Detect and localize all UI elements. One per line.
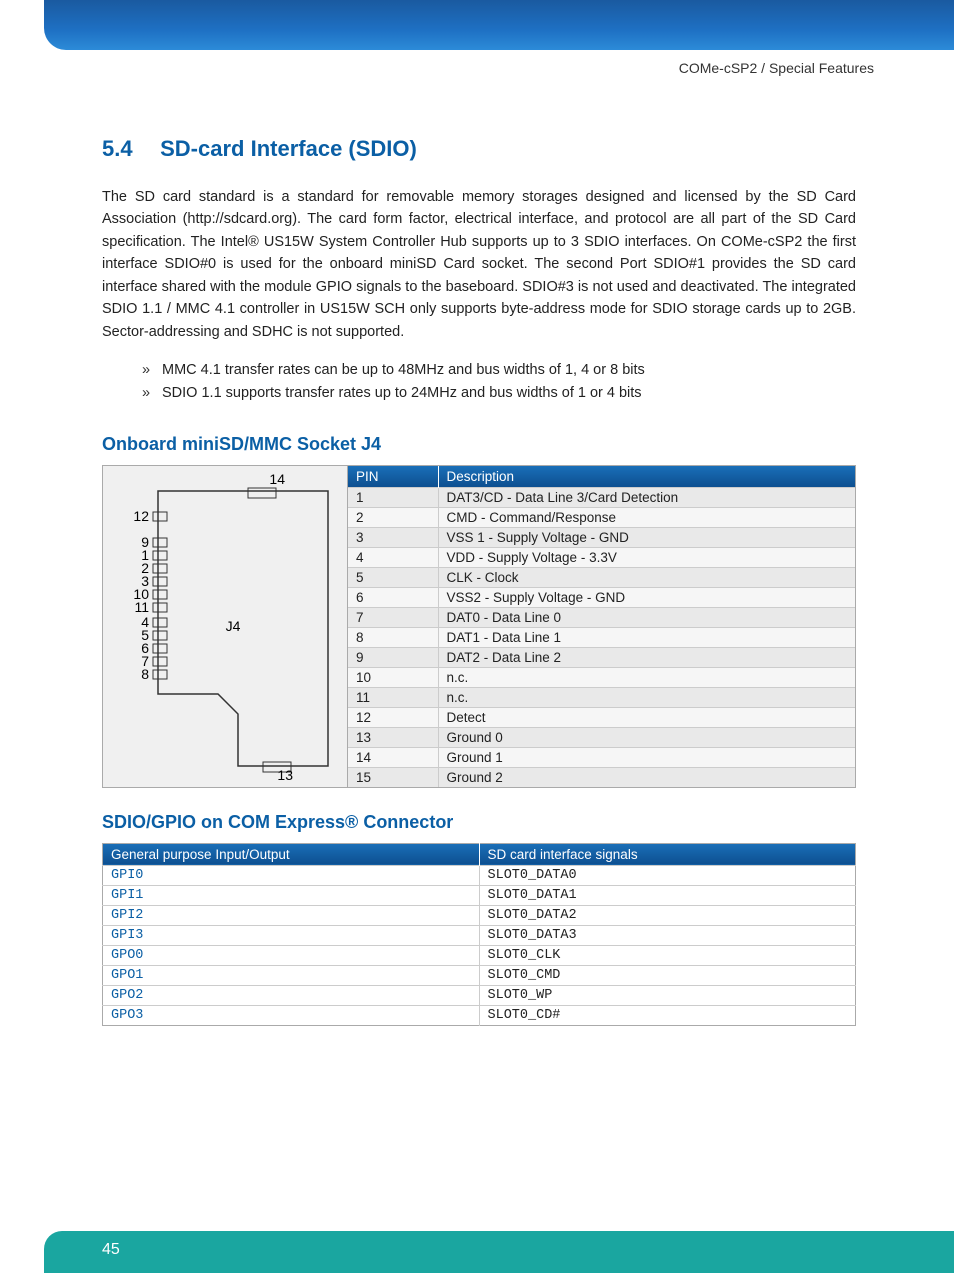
page-content: 5.4 SD-card Interface (SDIO) The SD card… xyxy=(0,76,954,1026)
list-item: MMC 4.1 transfer rates can be up to 48MH… xyxy=(142,359,856,382)
table-row: 8DAT1 - Data Line 1 xyxy=(348,627,855,647)
desc-cell: Detect xyxy=(438,707,855,727)
section-number: 5.4 xyxy=(102,136,154,162)
table-row: GPO0SLOT0_CLK xyxy=(103,945,856,965)
gpio-cell: GPO0 xyxy=(103,945,480,965)
socket-diagram: 14 13 12 9123101145678 J4 xyxy=(103,466,348,787)
desc-cell: DAT1 - Data Line 1 xyxy=(438,627,855,647)
desc-cell: DAT0 - Data Line 0 xyxy=(438,607,855,627)
desc-cell: n.c. xyxy=(438,687,855,707)
pin-cell: 14 xyxy=(348,747,438,767)
page-number: 45 xyxy=(102,1241,120,1258)
table-row: 15Ground 2 xyxy=(348,767,855,787)
signal-cell: SLOT0_CMD xyxy=(479,965,856,985)
section-title: 5.4 SD-card Interface (SDIO) xyxy=(102,136,856,162)
pin-table: PIN Description 1DAT3/CD - Data Line 3/C… xyxy=(348,466,855,787)
gpio-header: General purpose Input/Output xyxy=(103,843,480,865)
pin-cell: 12 xyxy=(348,707,438,727)
table-row: 9DAT2 - Data Line 2 xyxy=(348,647,855,667)
table-row: 4VDD - Supply Voltage - 3.3V xyxy=(348,547,855,567)
desc-cell: VDD - Supply Voltage - 3.3V xyxy=(438,547,855,567)
gpio-cell: GPO1 xyxy=(103,965,480,985)
signal-cell: SLOT0_DATA3 xyxy=(479,925,856,945)
pin-cell: 1 xyxy=(348,487,438,507)
pin-cell: 4 xyxy=(348,547,438,567)
desc-cell: CMD - Command/Response xyxy=(438,507,855,527)
table-row: 7DAT0 - Data Line 0 xyxy=(348,607,855,627)
section-paragraph: The SD card standard is a standard for r… xyxy=(102,186,856,343)
desc-cell: VSS 1 - Supply Voltage - GND xyxy=(438,527,855,547)
gpio-cell: GPI2 xyxy=(103,905,480,925)
diagram-pin-14-label: 14 xyxy=(269,471,285,487)
gpio-cell: GPI1 xyxy=(103,885,480,905)
svg-text:12: 12 xyxy=(133,508,149,524)
gpio-cell: GPI3 xyxy=(103,925,480,945)
page-footer: 45 xyxy=(44,1231,954,1273)
pin-cell: 5 xyxy=(348,567,438,587)
desc-cell: n.c. xyxy=(438,667,855,687)
signal-cell: SLOT0_DATA1 xyxy=(479,885,856,905)
table-row: 2CMD - Command/Response xyxy=(348,507,855,527)
signal-cell: SLOT0_WP xyxy=(479,985,856,1005)
table2-heading: SDIO/GPIO on COM Express® Connector xyxy=(102,812,856,833)
pin-header: PIN xyxy=(348,466,438,488)
table-row: GPI1SLOT0_DATA1 xyxy=(103,885,856,905)
desc-cell: Ground 1 xyxy=(438,747,855,767)
signal-cell: SLOT0_CD# xyxy=(479,1005,856,1025)
desc-cell: DAT3/CD - Data Line 3/Card Detection xyxy=(438,487,855,507)
gpio-cell: GPO2 xyxy=(103,985,480,1005)
pin-cell: 9 xyxy=(348,647,438,667)
pin-cell: 3 xyxy=(348,527,438,547)
table-row: 3VSS 1 - Supply Voltage - GND xyxy=(348,527,855,547)
pin-cell: 15 xyxy=(348,767,438,787)
table-row: GPI2SLOT0_DATA2 xyxy=(103,905,856,925)
table-row: GPO1SLOT0_CMD xyxy=(103,965,856,985)
pin-cell: 8 xyxy=(348,627,438,647)
table-row: 12Detect xyxy=(348,707,855,727)
table-row: GPO3SLOT0_CD# xyxy=(103,1005,856,1025)
table-row: 10n.c. xyxy=(348,667,855,687)
table-row: 11n.c. xyxy=(348,687,855,707)
signal-cell: SLOT0_CLK xyxy=(479,945,856,965)
signal-header: SD card interface signals xyxy=(479,843,856,865)
gpio-cell: GPO3 xyxy=(103,1005,480,1025)
desc-cell: Ground 0 xyxy=(438,727,855,747)
pin-cell: 7 xyxy=(348,607,438,627)
breadcrumb: COMe-cSP2 / Special Features xyxy=(0,50,954,76)
table-row: GPI3SLOT0_DATA3 xyxy=(103,925,856,945)
table-row: 1DAT3/CD - Data Line 3/Card Detection xyxy=(348,487,855,507)
diagram-pin-13-label: 13 xyxy=(277,767,293,782)
desc-cell: VSS2 - Supply Voltage - GND xyxy=(438,587,855,607)
table-row: GPO2SLOT0_WP xyxy=(103,985,856,1005)
table-row: 5CLK - Clock xyxy=(348,567,855,587)
desc-cell: Ground 2 xyxy=(438,767,855,787)
section-title-text: SD-card Interface (SDIO) xyxy=(160,136,417,161)
desc-cell: DAT2 - Data Line 2 xyxy=(438,647,855,667)
signal-cell: SLOT0_DATA2 xyxy=(479,905,856,925)
pinout-table-wrap: 14 13 12 9123101145678 J4 PIN Descriptio… xyxy=(102,465,856,788)
pin-cell: 6 xyxy=(348,587,438,607)
desc-cell: CLK - Clock xyxy=(438,567,855,587)
diagram-center-label: J4 xyxy=(226,618,241,634)
pin-cell: 10 xyxy=(348,667,438,687)
top-banner xyxy=(44,0,954,50)
table1-heading: Onboard miniSD/MMC Socket J4 xyxy=(102,434,856,455)
svg-text:11: 11 xyxy=(134,599,149,615)
svg-text:8: 8 xyxy=(141,666,149,682)
table-row: 6VSS2 - Supply Voltage - GND xyxy=(348,587,855,607)
table-row: GPI0SLOT0_DATA0 xyxy=(103,865,856,885)
table-row: 13Ground 0 xyxy=(348,727,855,747)
table-row: 14Ground 1 xyxy=(348,747,855,767)
pin-cell: 13 xyxy=(348,727,438,747)
bullet-list: MMC 4.1 transfer rates can be up to 48MH… xyxy=(142,359,856,405)
desc-header: Description xyxy=(438,466,855,488)
gpio-cell: GPI0 xyxy=(103,865,480,885)
gpio-table: General purpose Input/Output SD card int… xyxy=(102,843,856,1026)
pin-cell: 11 xyxy=(348,687,438,707)
pin-cell: 2 xyxy=(348,507,438,527)
list-item: SDIO 1.1 supports transfer rates up to 2… xyxy=(142,382,856,405)
signal-cell: SLOT0_DATA0 xyxy=(479,865,856,885)
